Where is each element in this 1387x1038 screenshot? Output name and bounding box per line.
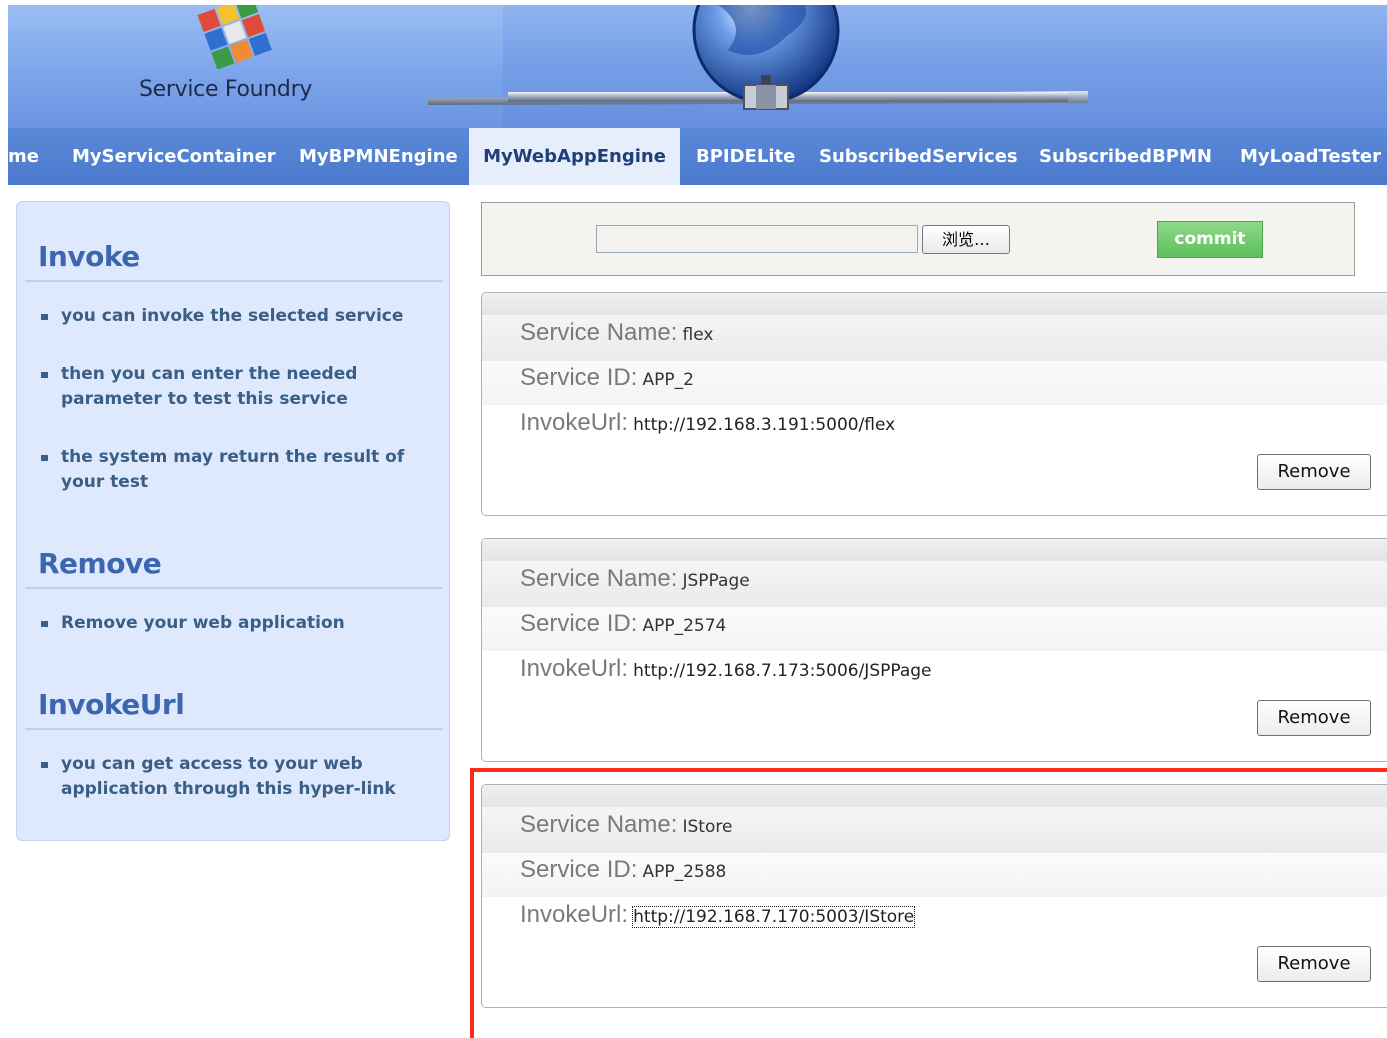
- help-sidebar: Invoke you can invoke the selected servi…: [16, 201, 450, 841]
- tab-mywebappengine[interactable]: MyWebAppEngine: [469, 128, 680, 185]
- service-name-value: JSPPage: [682, 571, 750, 591]
- invoke-heading: Invoke: [38, 240, 140, 273]
- invoke-url-row: InvokeUrl: http://192.168.7.173:5006/JSP…: [520, 655, 932, 683]
- divider: [25, 728, 443, 730]
- bullet-icon: [41, 762, 48, 768]
- commit-button[interactable]: commit: [1157, 221, 1263, 258]
- file-path-input[interactable]: [596, 225, 918, 253]
- tab-myloadtester[interactable]: MyLoadTester: [1240, 128, 1381, 185]
- service-name-value: flex: [682, 325, 714, 345]
- bullet-icon: [41, 372, 48, 378]
- bullet-icon: [41, 621, 48, 627]
- service-name-label: Service Name:: [520, 565, 678, 592]
- invoke-url-label: InvokeUrl:: [520, 655, 629, 682]
- app-card: Service Name: flex Service ID: APP_2 Inv…: [481, 292, 1387, 516]
- service-name-row: Service Name: JSPPage: [520, 565, 750, 593]
- highlight-annotation: [470, 768, 1387, 1038]
- rubik-cube-logo-icon: [197, 5, 272, 69]
- divider: [25, 587, 443, 589]
- invokeurl-heading: InvokeUrl: [38, 688, 185, 721]
- upload-panel: 浏览… commit: [481, 202, 1355, 276]
- site-name: Service Foundry: [139, 77, 313, 102]
- divider: [25, 280, 443, 282]
- invoke-url-row: InvokeUrl: http://192.168.3.191:5000/fle…: [520, 409, 895, 437]
- tab-mybpmnengine[interactable]: MyBPMNEngine: [299, 128, 458, 185]
- main-nav: me MyServiceContainer MyBPMNEngine MyWeb…: [8, 128, 1387, 185]
- tab-home[interactable]: me: [8, 128, 58, 185]
- site-header: Service Foundry: [8, 5, 1387, 128]
- tab-subscribedservices[interactable]: SubscribedServices: [819, 128, 1018, 185]
- service-id-value: APP_2574: [642, 616, 727, 636]
- tab-subscribedbpmn[interactable]: SubscribedBPMN: [1039, 128, 1212, 185]
- tab-myservicecontainer[interactable]: MyServiceContainer: [72, 128, 276, 185]
- invoke-url-link[interactable]: http://192.168.3.191:5000/flex: [633, 415, 895, 435]
- bullet-icon: [41, 455, 48, 461]
- service-id-value: APP_2: [642, 370, 694, 390]
- invoke-url-link[interactable]: http://192.168.7.173:5006/JSPPage: [633, 661, 931, 681]
- browse-button[interactable]: 浏览…: [922, 225, 1010, 254]
- list-item: then you can enter the needed parameter …: [41, 362, 441, 412]
- globe-pipe-banner-icon: [428, 5, 1088, 110]
- service-name-row: Service Name: flex: [520, 319, 713, 347]
- service-id-row: Service ID: APP_2574: [520, 610, 726, 638]
- list-item: you can get access to your web applicati…: [41, 752, 441, 802]
- remove-heading: Remove: [38, 547, 162, 580]
- app-card: Service Name: JSPPage Service ID: APP_25…: [481, 538, 1387, 762]
- service-id-row: Service ID: APP_2: [520, 364, 694, 392]
- tab-bpidelite[interactable]: BPIDELite: [696, 128, 795, 185]
- bullet-icon: [41, 314, 48, 320]
- remove-button[interactable]: Remove: [1257, 700, 1371, 736]
- service-id-label: Service ID:: [520, 610, 638, 637]
- service-id-label: Service ID:: [520, 364, 638, 391]
- invoke-url-label: InvokeUrl:: [520, 409, 629, 436]
- list-item: you can invoke the selected service: [41, 304, 441, 329]
- list-item: the system may return the result of your…: [41, 445, 441, 495]
- remove-button[interactable]: Remove: [1257, 454, 1371, 490]
- service-name-label: Service Name:: [520, 319, 678, 346]
- list-item: Remove your web application: [41, 611, 441, 636]
